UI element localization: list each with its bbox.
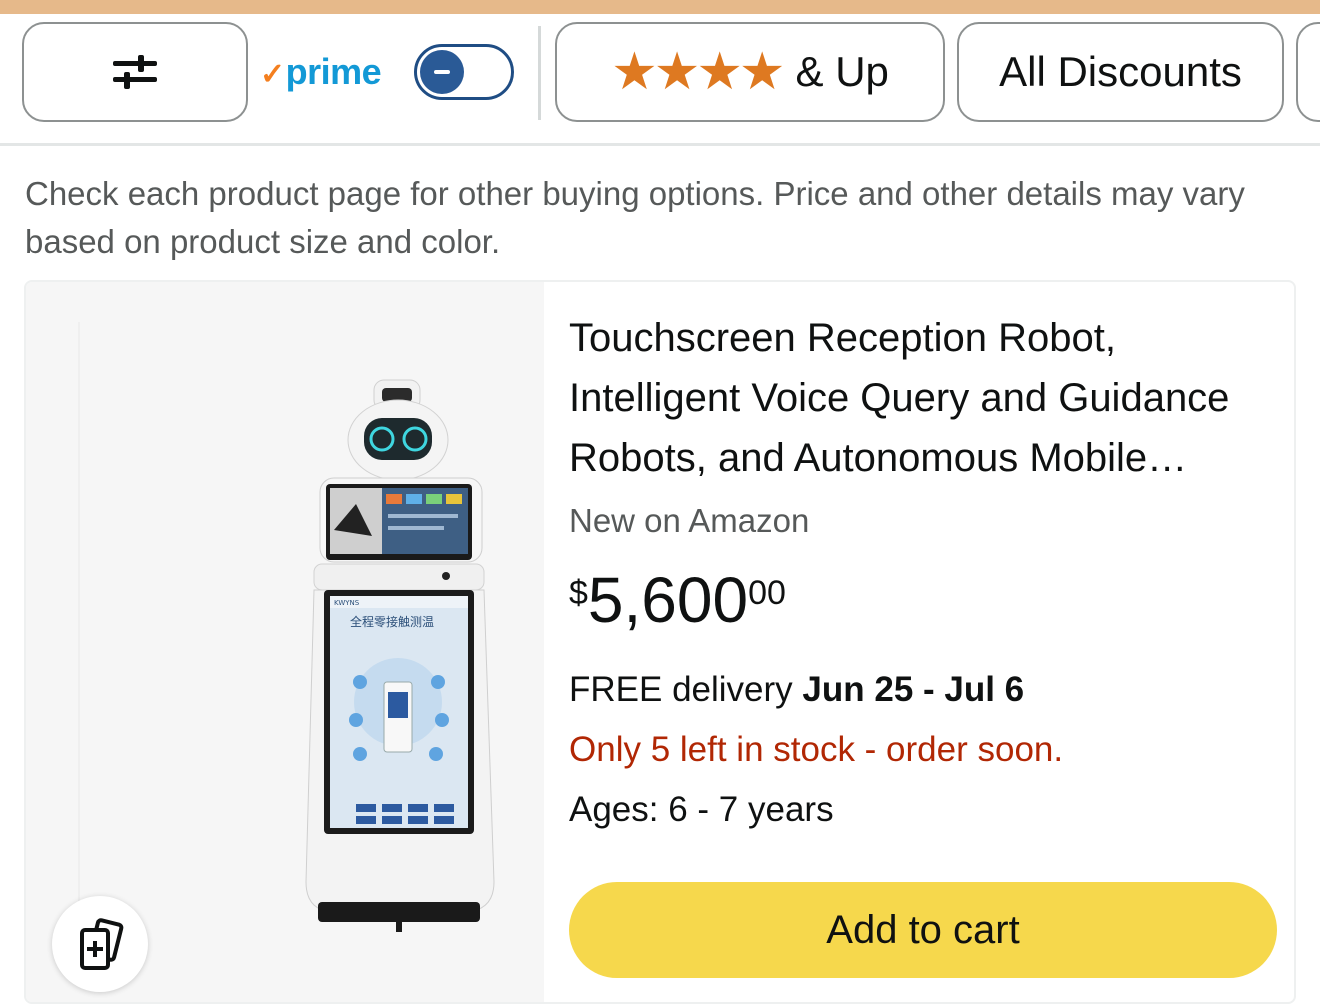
prime-logo: ✓ prime: [260, 51, 382, 93]
top-accent-bar: [0, 0, 1320, 14]
robot-brand-text: KWYNS: [334, 599, 360, 607]
price-fraction: 00: [748, 574, 786, 612]
product-price: $ 5,600 00: [569, 564, 786, 636]
prime-logo-text: prime: [285, 51, 382, 92]
price-whole: 5,600: [587, 564, 749, 636]
buying-options-notice: Check each product page for other buying…: [25, 175, 1245, 260]
toggle-knob: [420, 50, 464, 94]
age-range: Ages: 6 - 7 years: [569, 790, 834, 829]
stock-warning: Only 5 left in stock - order soon.: [569, 730, 1064, 769]
delivery-dates: Jun 25 - Jul 6: [802, 670, 1025, 709]
rating-filter-button[interactable]: ★★★★ & Up: [555, 22, 945, 122]
new-on-amazon-label: New on Amazon: [569, 502, 810, 539]
price-symbol: $: [569, 574, 588, 612]
sliders-icon: [113, 55, 157, 89]
delivery-prefix: FREE delivery: [569, 670, 803, 709]
rating-filter-label: & Up: [795, 48, 889, 95]
product-image[interactable]: 全程零接触测温 KWYNS: [26, 282, 544, 1002]
robot-screen-text: 全程零接触测温: [350, 614, 434, 629]
prime-toggle[interactable]: [414, 44, 514, 100]
discounts-filter-label: All Discounts: [999, 48, 1242, 95]
more-filter-button[interactable]: [1296, 22, 1320, 122]
prime-check-icon: ✓: [260, 57, 285, 91]
prime-filter[interactable]: ✓ prime: [260, 22, 522, 122]
filters-button[interactable]: [22, 22, 248, 122]
product-info: Touchscreen Reception Robot, Intelligent…: [569, 282, 1289, 1002]
filter-bar: ✓ prime ★★★★ & Up All Discounts: [0, 14, 1320, 146]
product-card[interactable]: 全程零接触测温 KWYNS Touchscreen Reception Robo…: [24, 280, 1296, 1004]
compare-button[interactable]: [52, 896, 148, 992]
product-title[interactable]: Touchscreen Reception Robot, Intelligent…: [569, 308, 1284, 488]
filter-divider: [538, 26, 541, 120]
compare-icon: [80, 918, 124, 970]
discounts-filter-button[interactable]: All Discounts: [957, 22, 1284, 122]
add-to-cart-button[interactable]: Add to cart: [569, 882, 1277, 978]
star-rating-icon: ★★★★: [611, 42, 785, 102]
delivery-info: FREE delivery Jun 25 - Jul 6: [569, 670, 1024, 710]
